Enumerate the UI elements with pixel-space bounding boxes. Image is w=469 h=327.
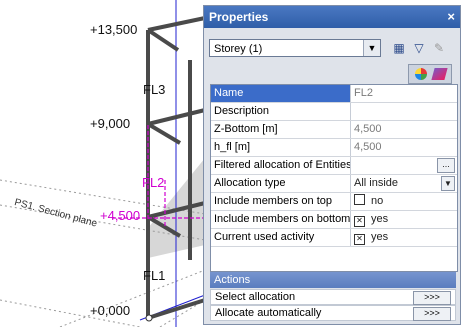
property-key: Current used activity bbox=[211, 229, 351, 246]
chevron-down-icon[interactable]: ▼ bbox=[441, 176, 455, 191]
property-key: Description bbox=[211, 103, 351, 120]
property-value-text: yes bbox=[371, 213, 389, 225]
action-label: Allocate automatically bbox=[215, 307, 322, 319]
color-display-button[interactable] bbox=[408, 64, 452, 84]
storey-label: FL2 bbox=[142, 175, 165, 190]
property-key: Include members on bottom bbox=[211, 211, 351, 228]
property-key: Allocation type bbox=[211, 175, 351, 192]
property-value[interactable]: 4,500 bbox=[351, 139, 457, 156]
close-icon[interactable]: × bbox=[447, 6, 455, 28]
grid-empty-space bbox=[211, 247, 457, 271]
property-value[interactable]: no bbox=[351, 193, 457, 210]
property-value[interactable] bbox=[351, 103, 457, 120]
actions-header: Actions bbox=[210, 272, 456, 288]
allocate-automatically-action[interactable]: Allocate automatically >>> bbox=[210, 305, 456, 321]
property-row-name[interactable]: Name FL2 bbox=[211, 85, 457, 103]
paint-icon bbox=[431, 68, 448, 80]
property-value-text: yes bbox=[371, 231, 389, 243]
storey-select-value: Storey (1) bbox=[214, 43, 263, 55]
property-value[interactable]: FL2 bbox=[351, 85, 457, 102]
property-value-text: All inside bbox=[354, 177, 399, 189]
checkbox-unchecked-icon[interactable] bbox=[354, 194, 365, 205]
property-row-description[interactable]: Description bbox=[211, 103, 457, 121]
property-key: Include members on top bbox=[211, 193, 351, 210]
ellipsis-button[interactable]: ... bbox=[437, 158, 455, 173]
level-label: +0,000 bbox=[90, 303, 131, 318]
property-value-text: no bbox=[371, 195, 384, 207]
property-value[interactable]: ✕ yes bbox=[351, 229, 457, 246]
property-row-allocation-type[interactable]: Allocation type All inside ▼ bbox=[211, 175, 457, 193]
level-label: +13,500 bbox=[90, 22, 138, 37]
select-allocation-button[interactable]: >>> bbox=[413, 291, 451, 305]
property-row-include-bottom[interactable]: Include members on bottom ✕ yes bbox=[211, 211, 457, 229]
storey-select[interactable]: Storey (1) ▼ bbox=[209, 39, 381, 57]
checkbox-checked-icon[interactable]: ✕ bbox=[354, 234, 365, 245]
property-row-current-activity[interactable]: Current used activity ✕ yes bbox=[211, 229, 457, 247]
checkbox-checked-icon[interactable]: ✕ bbox=[354, 216, 365, 227]
property-key: Filtered allocation of Entities bbox=[211, 157, 351, 174]
property-value[interactable]: ✕ yes bbox=[351, 211, 457, 228]
property-key: Name bbox=[211, 85, 351, 102]
filter-icon[interactable]: ▽ bbox=[410, 39, 428, 57]
allocation-type-select[interactable]: All inside ▼ bbox=[351, 175, 457, 192]
property-key: Z-Bottom [m] bbox=[211, 121, 351, 138]
property-row-include-top[interactable]: Include members on top no bbox=[211, 193, 457, 211]
property-value[interactable]: 4,500 bbox=[351, 121, 457, 138]
allocate-automatically-button[interactable]: >>> bbox=[413, 307, 451, 321]
level-label: +4,500 bbox=[100, 208, 141, 223]
filter-table-icon[interactable]: ▦ bbox=[390, 39, 408, 57]
properties-panel: Properties × Storey (1) ▼ ▦ ▽ ✎ Name FL2… bbox=[203, 5, 461, 325]
property-row-filtered-allocation[interactable]: Filtered allocation of Entities ... bbox=[211, 157, 457, 175]
support-node bbox=[145, 314, 153, 322]
storey-label: FL1 bbox=[143, 268, 166, 283]
storey-label: FL3 bbox=[143, 82, 166, 97]
property-grid: Name FL2 Description Z-Bottom [m] 4,500 … bbox=[210, 84, 458, 272]
chevron-down-icon[interactable]: ▼ bbox=[363, 40, 380, 56]
action-label: Select allocation bbox=[215, 291, 296, 303]
select-allocation-action[interactable]: Select allocation >>> bbox=[210, 289, 456, 305]
property-row-h-fl[interactable]: h_fl [m] 4,500 bbox=[211, 139, 457, 157]
panel-title-bar: Properties × bbox=[204, 6, 460, 28]
property-value[interactable]: ... bbox=[351, 157, 457, 174]
panel-title: Properties bbox=[209, 10, 269, 24]
property-key: h_fl [m] bbox=[211, 139, 351, 156]
level-label: +9,000 bbox=[90, 116, 131, 131]
property-row-z-bottom[interactable]: Z-Bottom [m] 4,500 bbox=[211, 121, 457, 139]
color-wheel-icon bbox=[415, 68, 427, 80]
pencil-icon[interactable]: ✎ bbox=[430, 39, 448, 57]
